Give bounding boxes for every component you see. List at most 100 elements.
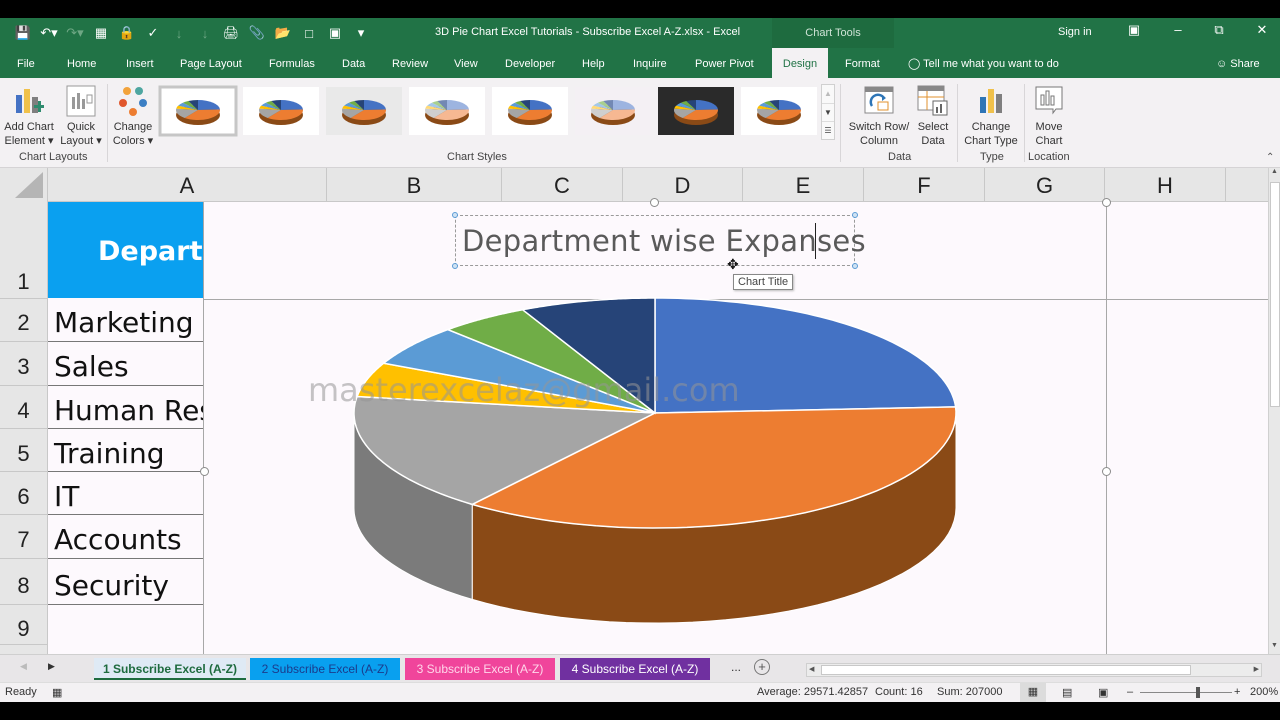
title-handle[interactable] — [852, 212, 858, 218]
title-handle[interactable] — [452, 263, 458, 269]
column-header-d[interactable]: D — [623, 168, 743, 202]
chart-style-thumbnail[interactable] — [243, 87, 319, 135]
chart-style-thumbnail[interactable] — [658, 87, 734, 135]
tab-data[interactable]: Data — [342, 48, 365, 78]
print-preview-icon[interactable]: 🖨 — [218, 22, 244, 44]
row-header-2[interactable]: 2 — [0, 299, 48, 342]
spelling-icon[interactable]: ✓ — [140, 22, 166, 44]
scroll-down-icon[interactable]: ▼ — [1269, 642, 1280, 654]
column-header-b[interactable]: B — [327, 168, 502, 202]
close-icon[interactable]: ✕ — [1252, 22, 1272, 38]
sheet-tab-3[interactable]: 3 Subscribe Excel (A-Z) — [405, 658, 555, 680]
column-header-h[interactable]: H — [1105, 168, 1226, 202]
zoom-out-button[interactable]: – — [1127, 686, 1133, 698]
chart-resize-handle[interactable] — [650, 198, 659, 207]
add-sheet-icon[interactable]: + — [754, 659, 770, 675]
cell-a3[interactable]: Sales — [48, 342, 203, 386]
switch-row-column-button[interactable]: Switch Row/ Column — [846, 84, 912, 148]
row-header-10[interactable] — [0, 645, 48, 654]
chart-title-box[interactable]: Department wise Expanses — [455, 215, 866, 266]
macro-record-icon[interactable]: ▦ — [52, 686, 62, 699]
row-header-1[interactable]: 1 — [0, 202, 48, 299]
scroll-up-icon[interactable]: ▲ — [1269, 168, 1280, 180]
undo-icon[interactable]: ↶▾ — [36, 22, 62, 44]
row-header-3[interactable]: 3 — [0, 342, 48, 386]
cell-a2[interactable]: Marketing — [48, 299, 203, 342]
row-header-9[interactable]: 9 — [0, 605, 48, 645]
pie-chart[interactable] — [204, 290, 1107, 654]
quick-layout-button[interactable]: Quick Layout ▾ — [58, 84, 104, 148]
lock-icon[interactable]: 🔒 — [114, 22, 140, 44]
zoom-in-button[interactable]: + — [1234, 686, 1240, 698]
open-folder-icon[interactable]: 📂 — [270, 22, 296, 44]
minimize-icon[interactable]: – — [1168, 22, 1188, 37]
chart-title[interactable]: Department wise Expanses — [462, 224, 866, 258]
sheet-tab-4[interactable]: 4 Subscribe Excel (A-Z) — [560, 658, 710, 680]
page-layout-view-icon[interactable]: ▤ — [1062, 686, 1072, 699]
add-chart-element-button[interactable]: Add Chart Element ▾ — [2, 84, 56, 148]
sheet-tab-2[interactable]: 2 Subscribe Excel (A-Z) — [250, 658, 400, 680]
chart-style-thumbnail[interactable] — [326, 87, 402, 135]
cell-a1[interactable]: Department — [48, 202, 203, 298]
column-header-g[interactable]: G — [985, 168, 1105, 202]
tab-file[interactable]: File — [17, 48, 35, 78]
gallery-down-icon[interactable]: ▼ — [822, 103, 834, 121]
horizontal-scrollbar[interactable]: ◀ ▶ — [806, 663, 1262, 677]
chart-style-thumbnail[interactable] — [409, 87, 485, 135]
chart-style-thumbnail[interactable] — [575, 87, 651, 135]
zoom-slider-thumb[interactable] — [1196, 687, 1200, 698]
chart-resize-handle[interactable] — [1102, 198, 1111, 207]
column-header-c[interactable]: C — [502, 168, 623, 202]
tab-inquire[interactable]: Inquire — [633, 48, 667, 78]
cell-a8[interactable]: Security — [48, 559, 203, 605]
tab-view[interactable]: View — [454, 48, 478, 78]
window-icon[interactable]: ▣ — [322, 22, 348, 44]
cell-a4[interactable]: Human Resources — [48, 386, 203, 429]
sort-ascending-icon[interactable]: ↓ — [166, 22, 192, 44]
save-icon[interactable]: 💾 — [10, 22, 36, 44]
ribbon-display-options-icon[interactable]: ▣ — [1124, 22, 1144, 38]
tab-format[interactable]: Format — [845, 48, 880, 78]
tab-formulas[interactable]: Formulas — [269, 48, 315, 78]
redo-icon[interactable]: ↷▾ — [62, 22, 88, 44]
cell-a7[interactable]: Accounts — [48, 515, 203, 559]
vertical-scrollbar[interactable]: ▲ ▼ — [1268, 168, 1280, 654]
gallery-up-icon[interactable]: ▲ — [822, 85, 834, 103]
tab-insert[interactable]: Insert — [126, 48, 154, 78]
normal-view-icon[interactable]: ▦ — [1020, 683, 1046, 702]
sort-descending-icon[interactable]: ↓ — [192, 22, 218, 44]
chart-style-thumbnail[interactable] — [158, 85, 238, 137]
cell-a6[interactable]: IT — [48, 472, 203, 515]
column-header-a[interactable]: A — [48, 168, 327, 202]
page-break-view-icon[interactable]: ▣ — [1098, 686, 1108, 699]
tab-page-layout[interactable]: Page Layout — [180, 48, 242, 78]
chart-style-thumbnail[interactable] — [492, 87, 568, 135]
select-data-button[interactable]: Select Data — [914, 84, 952, 148]
tab-power-pivot[interactable]: Power Pivot — [695, 48, 754, 78]
chart-resize-handle[interactable] — [1102, 467, 1111, 476]
title-handle[interactable] — [852, 263, 858, 269]
gallery-more-icon[interactable]: ☰ — [822, 121, 834, 139]
share-button[interactable]: ☺ Share — [1216, 48, 1260, 80]
horizontal-scroll-thumb[interactable] — [821, 665, 1191, 675]
tab-review[interactable]: Review — [392, 48, 428, 78]
tab-design[interactable]: Design — [772, 48, 828, 78]
tab-developer[interactable]: Developer — [505, 48, 555, 78]
select-all-button[interactable] — [0, 168, 48, 202]
row-header-8[interactable]: 8 — [0, 559, 48, 605]
customize-qat-icon[interactable]: ▾ — [348, 22, 374, 44]
row-header-5[interactable]: 5 — [0, 429, 48, 472]
next-sheet-icon[interactable]: ▶ — [48, 661, 55, 672]
change-colors-button[interactable]: Change Colors ▾ — [110, 84, 156, 148]
restore-icon[interactable]: ⧉ — [1209, 22, 1229, 38]
sheet-tab-1[interactable]: 1 Subscribe Excel (A-Z) — [94, 658, 246, 680]
column-header-f[interactable]: F — [864, 168, 985, 202]
row-header-6[interactable]: 6 — [0, 472, 48, 515]
scroll-left-icon[interactable]: ◀ — [809, 665, 814, 673]
change-chart-type-button[interactable]: Change Chart Type — [960, 84, 1022, 148]
protect-sheet-icon[interactable]: ▦ — [88, 22, 114, 44]
collapse-ribbon-icon[interactable]: ⌃ — [1266, 152, 1274, 163]
row-header-4[interactable]: 4 — [0, 386, 48, 429]
move-chart-button[interactable]: Move Chart — [1028, 84, 1070, 148]
sign-in-link[interactable]: Sign in — [1058, 26, 1092, 38]
